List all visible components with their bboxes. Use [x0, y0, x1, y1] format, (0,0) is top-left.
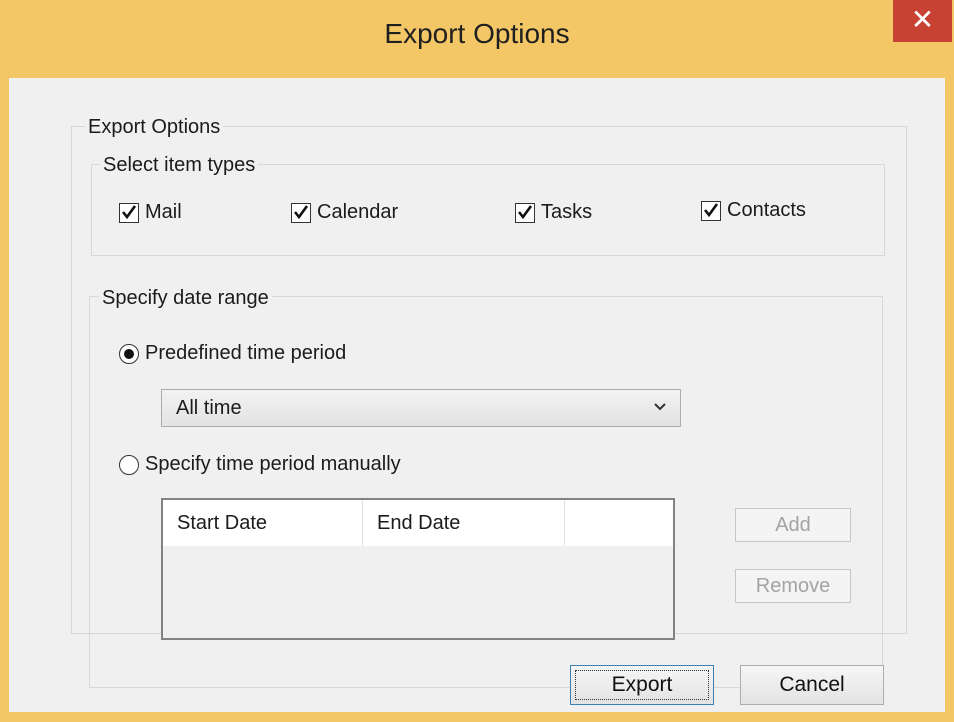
title-bar[interactable]: Export Options ✕ [0, 0, 954, 78]
checkbox-box [119, 202, 139, 223]
chevron-down-icon [652, 396, 668, 422]
manual-period-radio[interactable]: Specify time period manually [119, 453, 401, 476]
close-icon: ✕ [910, 4, 935, 35]
add-button[interactable]: Add [735, 508, 851, 542]
column-header-start-date[interactable]: Start Date [163, 500, 363, 546]
radio-circle [119, 454, 139, 475]
time-period-dropdown[interactable]: All time [161, 389, 681, 427]
date-range-legend: Specify date range [99, 287, 272, 310]
contacts-checkbox[interactable]: Contacts [701, 199, 806, 222]
predefined-period-radio[interactable]: Predefined time period [119, 342, 346, 365]
focus-rect [575, 670, 709, 700]
radio-dot [124, 348, 134, 359]
manual-period-label: Specify time period manually [145, 453, 401, 475]
mail-label: Mail [145, 201, 182, 223]
date-range-table[interactable]: Start Date End Date [161, 498, 675, 640]
predefined-period-label: Predefined time period [145, 342, 347, 364]
contacts-label: Contacts [727, 199, 806, 221]
export-options-legend: Export Options [85, 116, 224, 139]
calendar-label: Calendar [317, 201, 399, 223]
column-header-end-date[interactable]: End Date [363, 500, 565, 546]
table-header: Start Date End Date [163, 500, 673, 546]
dialog-body: Export Options Select item types Mail Ca… [9, 78, 945, 712]
mail-checkbox[interactable]: Mail [119, 201, 182, 224]
tasks-checkbox[interactable]: Tasks [515, 201, 592, 224]
dialog-window: Export Options ✕ Export Options Select i… [0, 0, 954, 722]
radio-circle [119, 343, 139, 364]
checkbox-box [291, 202, 311, 223]
remove-button[interactable]: Remove [735, 569, 851, 603]
item-types-legend: Select item types [100, 154, 259, 177]
tasks-label: Tasks [541, 201, 593, 223]
calendar-checkbox[interactable]: Calendar [291, 201, 398, 224]
cancel-button[interactable]: Cancel [740, 665, 884, 705]
time-period-value: All time [176, 397, 242, 419]
checkbox-box [515, 202, 535, 223]
checkbox-box [701, 200, 721, 221]
window-title: Export Options [384, 18, 570, 49]
export-button[interactable]: Export [570, 665, 714, 705]
column-header-empty[interactable] [565, 500, 673, 546]
close-button[interactable]: ✕ [893, 0, 952, 42]
